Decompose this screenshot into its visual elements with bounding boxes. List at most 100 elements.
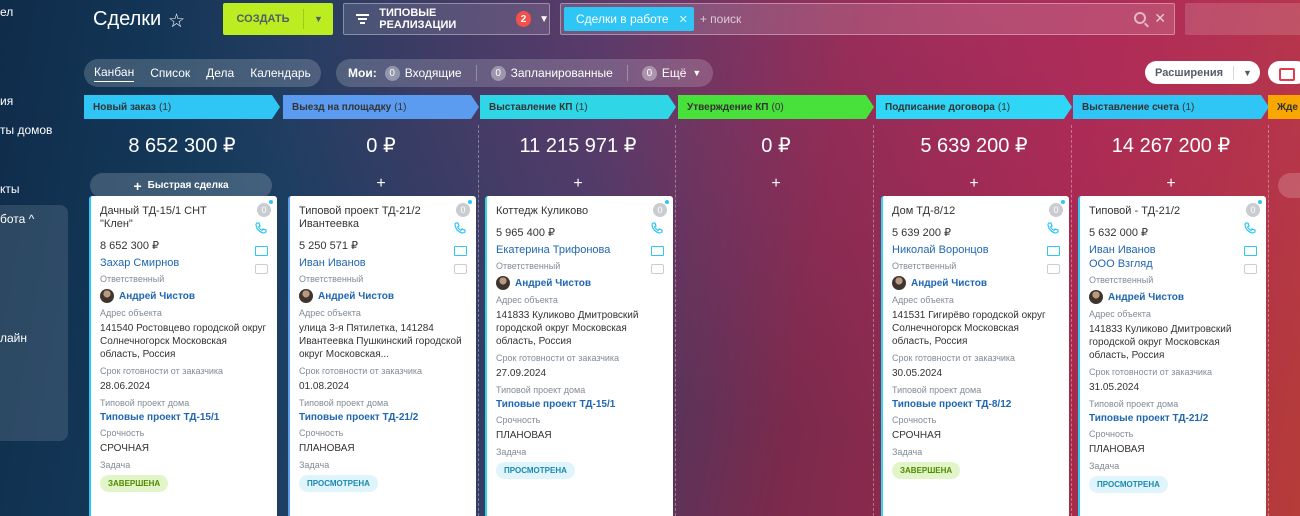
search-input[interactable]: [699, 12, 1120, 26]
create-button[interactable]: СОЗДАТЬ ▼: [223, 3, 333, 35]
card-title[interactable]: Дачный ТД-15/1 СНТ "Клен": [100, 205, 238, 231]
add-deal-button[interactable]: +: [283, 171, 479, 196]
add-deal-button[interactable]: +: [876, 171, 1072, 196]
stage-header[interactable]: Выставление счета (1): [1073, 95, 1269, 119]
sidebar-item[interactable]: ты домов: [0, 123, 52, 137]
stage-header[interactable]: Подписание договора (1): [876, 95, 1072, 119]
card-title[interactable]: Дом ТД-8/12: [892, 205, 1030, 218]
printer-icon[interactable]: [1268, 61, 1300, 84]
stage-header[interactable]: Новый заказ (1): [84, 95, 280, 119]
counter-more[interactable]: 0 Ещё ▼: [641, 65, 701, 81]
phone-icon[interactable]: [651, 222, 663, 234]
deal-card[interactable]: 0 Дом ТД-8/12 5 639 200 ₽ Николай Воронц…: [881, 196, 1069, 516]
chat-icon[interactable]: [454, 264, 467, 274]
phone-icon[interactable]: [454, 222, 466, 234]
card-project-link[interactable]: Типовые проект ТД-15/1: [496, 399, 664, 410]
quick-deal-button[interactable]: [1278, 173, 1300, 198]
close-icon[interactable]: ✕: [679, 13, 688, 26]
sidebar-item[interactable]: ел: [0, 5, 13, 19]
filter-count-badge: 2: [515, 11, 532, 27]
card-company[interactable]: ООО Взгляд: [1089, 258, 1257, 270]
field-label: Задача: [100, 460, 131, 470]
search-icon[interactable]: [1134, 12, 1146, 24]
card-responsible[interactable]: Андрей Чистов: [100, 289, 268, 303]
chat-icon[interactable]: [1244, 264, 1257, 274]
tab-kanban[interactable]: Канбан: [94, 65, 135, 82]
counter-incoming[interactable]: 0 Входящие: [384, 65, 462, 81]
phone-icon[interactable]: [1244, 222, 1256, 234]
separator: [1233, 65, 1235, 80]
mail-icon[interactable]: [1047, 246, 1060, 256]
tab-list[interactable]: Список: [150, 66, 190, 80]
add-deal-button[interactable]: +: [678, 171, 874, 196]
chevron-down-icon[interactable]: ▼: [1243, 68, 1252, 78]
kanban-column: Жде: [1268, 95, 1300, 516]
deal-card[interactable]: 0 Типовой проект ТД-21/2 Ивантеевка 5 25…: [288, 196, 476, 516]
sidebar-item[interactable]: кты: [0, 182, 20, 196]
field-label: Срочность: [1089, 429, 1134, 439]
sidebar-item[interactable]: лайн: [0, 331, 27, 345]
card-responsible[interactable]: Андрей Чистов: [1089, 290, 1257, 304]
responsible-name: Андрей Чистов: [119, 290, 195, 302]
mail-icon[interactable]: [651, 246, 664, 256]
close-icon[interactable]: ✕: [1154, 10, 1166, 27]
avatar: [100, 289, 114, 303]
counter-planned[interactable]: 0 Запланированные: [490, 65, 613, 81]
card-contact[interactable]: Николай Воронцов: [892, 244, 1060, 256]
stage-header[interactable]: Выставление КП (1): [480, 95, 676, 119]
sidebar-panel: [0, 205, 68, 441]
sidebar-item[interactable]: бота ^: [0, 212, 34, 226]
search-box[interactable]: Сделки в работе ✕ ✕: [560, 3, 1175, 35]
card-deadline: 01.08.2024: [299, 381, 350, 392]
card-contact[interactable]: Иван Иванов: [1089, 244, 1257, 256]
quick-deal-button[interactable]: + Быстрая сделка: [90, 173, 272, 198]
stage-count: (1): [997, 101, 1011, 113]
stage-header[interactable]: Утверждение КП (0): [678, 95, 874, 119]
phone-icon[interactable]: [255, 222, 267, 234]
create-button-label: СОЗДАТЬ: [236, 13, 290, 25]
add-deal-button[interactable]: +: [1073, 171, 1269, 196]
chevron-down-icon[interactable]: ▼: [304, 14, 333, 24]
card-project-link[interactable]: Типовые проект ТД-8/12: [892, 399, 1060, 410]
stage-header[interactable]: Жде: [1268, 95, 1300, 119]
phone-icon[interactable]: [1047, 222, 1059, 234]
card-title[interactable]: Типовой - ТД-21/2: [1089, 205, 1227, 218]
field-label: Типовой проект дома: [496, 385, 586, 395]
mail-icon[interactable]: [255, 246, 268, 256]
extensions-button[interactable]: Расширения ▼: [1145, 61, 1260, 84]
sidebar-item[interactable]: ия: [0, 94, 13, 108]
chat-icon[interactable]: [1047, 264, 1060, 274]
card-responsible[interactable]: Андрей Чистов: [892, 276, 1060, 290]
deal-card[interactable]: 0 Типовой - ТД-21/2 5 632 000 ₽ Иван Ива…: [1078, 196, 1266, 516]
card-contact[interactable]: Захар Смирнов: [100, 257, 268, 269]
stage-header[interactable]: Выезд на площадку (1): [283, 95, 479, 119]
tab-calendar[interactable]: Календарь: [250, 66, 311, 80]
card-actions: [1047, 222, 1061, 274]
tab-activities[interactable]: Дела: [206, 66, 234, 80]
star-icon[interactable]: ☆: [168, 10, 185, 33]
responsible-name: Андрей Чистов: [1108, 291, 1184, 303]
field-label: Типовой проект дома: [1089, 399, 1179, 409]
card-responsible[interactable]: Андрей Чистов: [496, 276, 664, 290]
card-project-link[interactable]: Типовые проект ТД-21/2: [1089, 413, 1257, 424]
card-title[interactable]: Типовой проект ТД-21/2 Ивантеевка: [299, 205, 437, 231]
add-deal-button[interactable]: +: [480, 171, 676, 196]
header-right-area: [1185, 3, 1300, 35]
chat-icon[interactable]: [651, 264, 664, 274]
mail-icon[interactable]: [1244, 246, 1257, 256]
search-filter-tag[interactable]: Сделки в работе ✕: [564, 7, 694, 31]
chat-icon[interactable]: [255, 264, 268, 274]
card-title[interactable]: Коттедж Куликово: [496, 205, 634, 218]
field-label: Задача: [496, 447, 527, 457]
card-contact[interactable]: Екатерина Трифонова: [496, 244, 664, 256]
card-project-link[interactable]: Типовые проект ТД-21/2: [299, 412, 467, 423]
mail-icon[interactable]: [454, 246, 467, 256]
filter-preset-button[interactable]: ТИПОВЫЕ РЕАЛИЗАЦИИ 2 ▼: [343, 3, 550, 35]
deal-card[interactable]: 0 Дачный ТД-15/1 СНТ "Клен" 8 652 300 ₽ …: [89, 196, 277, 516]
stage-name: Выставление счета: [1082, 101, 1180, 113]
card-responsible[interactable]: Андрей Чистов: [299, 289, 467, 303]
card-project-link[interactable]: Типовые проект ТД-15/1: [100, 412, 268, 423]
card-contact[interactable]: Иван Иванов: [299, 257, 467, 269]
deal-card[interactable]: 0 Коттедж Куликово 5 965 400 ₽ Екатерина…: [485, 196, 673, 516]
responsible-name: Андрей Чистов: [515, 277, 591, 289]
